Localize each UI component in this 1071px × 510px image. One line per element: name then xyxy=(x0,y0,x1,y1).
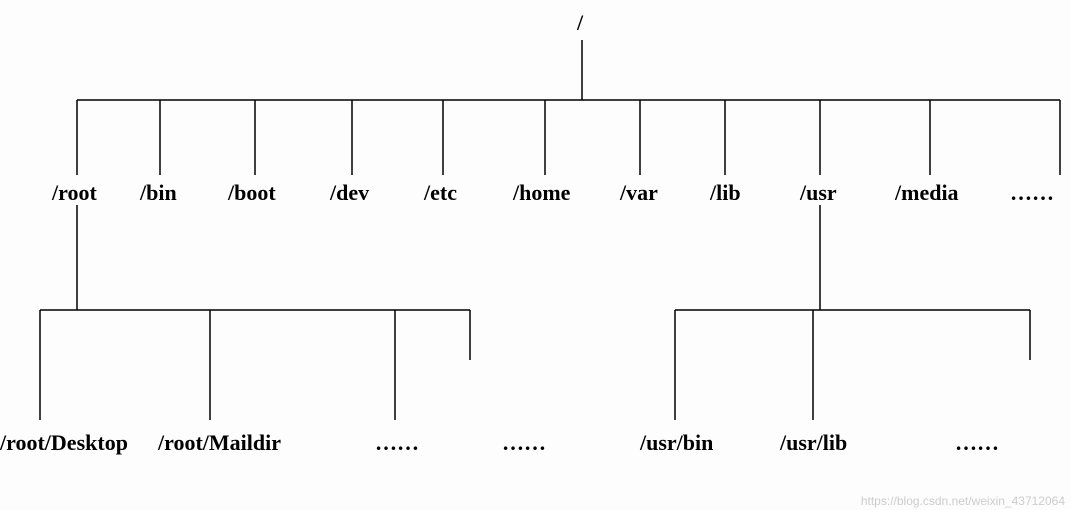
node-root-desktop: /root/Desktop xyxy=(0,430,128,456)
node-usr-more: …… xyxy=(955,430,999,456)
node-etc: /etc xyxy=(424,180,457,206)
node-home: /home xyxy=(513,180,570,206)
node-usr: /usr xyxy=(800,180,837,206)
node-root-maildir: /root/Maildir xyxy=(158,430,281,456)
root-node: / xyxy=(577,10,583,36)
node-more: …… xyxy=(1010,180,1054,206)
node-boot: /boot xyxy=(228,180,276,206)
node-dev: /dev xyxy=(330,180,369,206)
node-media: /media xyxy=(895,180,959,206)
node-root-more1: …… xyxy=(375,430,419,456)
node-var: /var xyxy=(620,180,658,206)
node-bin: /bin xyxy=(140,180,177,206)
node-lib: /lib xyxy=(710,180,741,206)
node-root: /root xyxy=(52,180,97,206)
node-usr-bin: /usr/bin xyxy=(640,430,713,456)
watermark: https://blog.csdn.net/weixin_43712064 xyxy=(861,494,1065,508)
node-usr-lib: /usr/lib xyxy=(780,430,847,456)
node-root-more2: …… xyxy=(502,430,546,456)
